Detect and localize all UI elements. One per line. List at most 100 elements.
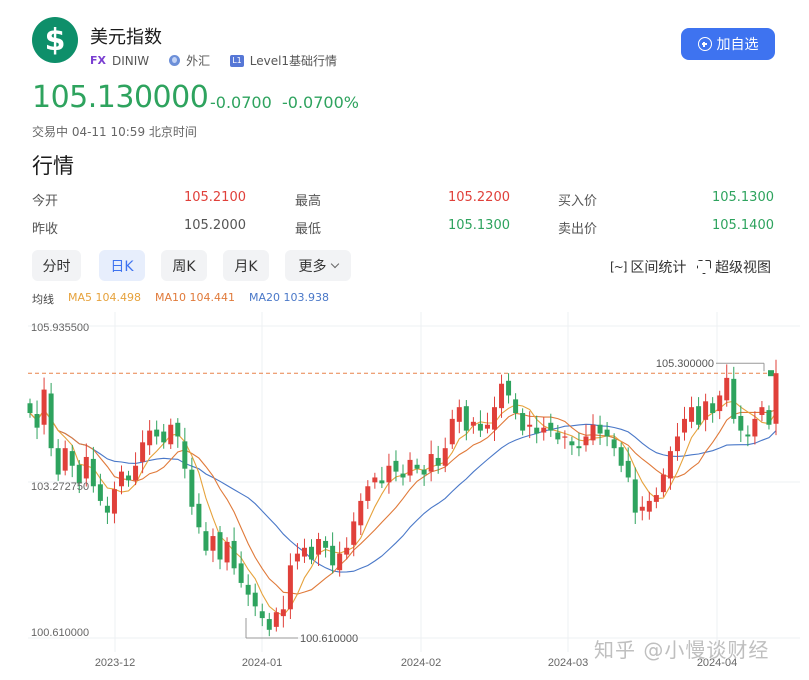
tab-more-label: 更多: [298, 258, 327, 275]
candle-body: [372, 477, 378, 483]
candle-body: [323, 540, 329, 548]
candle-body: [62, 448, 68, 471]
candle-body: [344, 547, 350, 555]
tab-monthly-k[interactable]: 月K: [223, 250, 269, 281]
level-label: Level1基础行情: [249, 54, 338, 68]
candle-body: [27, 403, 33, 414]
candle-body: [182, 441, 188, 469]
candle-body: [252, 592, 258, 607]
y-axis-label: 105.935500: [31, 322, 89, 334]
tab-more[interactable]: 更多: [285, 250, 351, 281]
candle-body: [133, 465, 139, 481]
x-axis-label: 2024-03: [548, 657, 588, 669]
ma20-legend: MA20 103.938: [249, 291, 329, 304]
stat-label-high: 最高: [295, 194, 322, 209]
x-axis-label: 2023-12: [95, 657, 135, 669]
candle-body: [639, 506, 645, 511]
candle-body: [126, 475, 132, 481]
add-watchlist-label: 加自选: [716, 37, 759, 53]
y-axis-label: 100.610000: [31, 627, 89, 639]
candle-body: [435, 457, 441, 466]
candle-body: [696, 406, 702, 425]
candle-body: [527, 424, 533, 427]
stat-label-low: 最低: [295, 222, 322, 237]
tab-weekly-k[interactable]: 周K: [161, 250, 207, 281]
add-watchlist-button[interactable]: 加自选: [681, 28, 775, 60]
current-price: 105.130000: [32, 80, 209, 115]
candle-body: [301, 547, 307, 557]
tab-daily-k[interactable]: 日K: [99, 250, 145, 281]
candle-body: [414, 464, 420, 469]
candle-body: [379, 480, 385, 484]
candle-body: [34, 414, 40, 428]
tab-intraday-label: 分时: [42, 258, 71, 275]
candlestick-chart[interactable]: 105.935500 103.272750 100.610000 2023-12 202…: [0, 312, 809, 680]
ma-legend-label: 均线: [32, 293, 54, 306]
candle-body: [766, 410, 772, 425]
candle-body: [294, 553, 300, 562]
candle-body: [569, 441, 575, 446]
candle-body: [407, 459, 413, 476]
candle-body: [238, 563, 244, 583]
candle-body: [421, 469, 427, 475]
fullscreen-icon: [697, 260, 711, 274]
candle-body: [273, 612, 279, 627]
candle-body: [689, 407, 695, 422]
candle-body: [316, 538, 322, 555]
ma10-line: [29, 409, 777, 595]
candle-body: [48, 393, 54, 449]
candle-body: [632, 479, 638, 513]
candle-body: [717, 395, 723, 412]
candle-body: [386, 465, 392, 483]
range-stats-button[interactable]: [~] 区间统计: [610, 257, 686, 277]
candle-body: [442, 448, 448, 466]
candle-body: [365, 486, 371, 501]
candle-body: [470, 421, 476, 426]
candle-body: [674, 436, 680, 452]
candle-body: [710, 403, 716, 414]
candle-body: [548, 422, 554, 431]
max-annotation-label: 105.300000: [656, 358, 714, 370]
candle-body: [562, 436, 568, 438]
chevron-down-icon: [330, 259, 339, 268]
candle-body: [217, 532, 223, 560]
candle-body: [147, 430, 153, 446]
stat-label-prev-close: 昨收: [32, 222, 59, 237]
fx-tag: FX: [90, 54, 106, 67]
candle-body: [506, 380, 512, 396]
ma5-legend: MA5 104.498: [68, 291, 141, 304]
globe-icon: [169, 55, 181, 66]
candle-body: [83, 456, 89, 479]
super-view-button[interactable]: 超级视图: [697, 257, 771, 277]
candle-body: [752, 418, 758, 437]
tab-monthly-k-label: 月K: [234, 258, 258, 275]
candle-body: [745, 434, 751, 437]
candle-body: [266, 619, 272, 630]
price-change-percent: -0.0700%: [282, 93, 359, 112]
stat-label-open: 今开: [32, 194, 59, 209]
candle-body: [189, 469, 195, 507]
instrument-code: DINIW: [112, 53, 150, 68]
x-axis-label: 2024-01: [242, 657, 282, 669]
candle-body: [287, 565, 293, 610]
candle-body: [618, 447, 624, 466]
candle-body: [738, 415, 744, 431]
candle-body: [175, 422, 181, 437]
stat-value-high: 105.2200: [447, 190, 510, 205]
candle-body: [224, 541, 230, 563]
candle-body: [625, 460, 631, 478]
stat-value-bid: 105.1300: [711, 190, 774, 205]
candle-body: [541, 427, 547, 433]
candle-body: [449, 418, 455, 445]
tab-daily-k-label: 日K: [110, 258, 134, 275]
candle-body: [393, 460, 399, 472]
candle-body: [203, 531, 209, 551]
candle-body: [597, 424, 603, 434]
candle-body: [309, 546, 315, 560]
candle-body: [231, 540, 237, 569]
candle-body: [611, 439, 617, 449]
y-axis-label: 103.272750: [31, 481, 89, 493]
candle-body: [330, 545, 336, 566]
tab-intraday[interactable]: 分时: [32, 250, 81, 281]
candle-body: [534, 427, 540, 434]
